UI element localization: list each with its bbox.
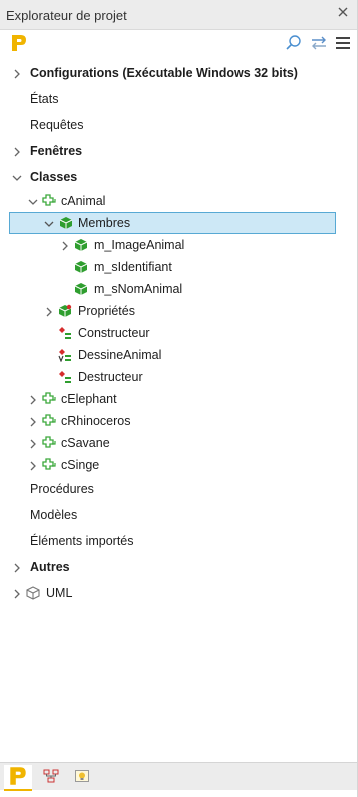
tab-project-explorer[interactable] xyxy=(4,765,32,791)
tree-item-celephant[interactable]: cElephant xyxy=(0,388,340,410)
class-icon xyxy=(42,392,56,406)
member-group-icon xyxy=(59,216,73,230)
tree-item-csavane[interactable]: cSavane xyxy=(0,432,340,454)
member-icon xyxy=(74,260,88,274)
class-icon xyxy=(42,194,56,208)
chevron-down-icon[interactable] xyxy=(12,172,22,182)
tree-item-elements-importes[interactable]: Éléments importés xyxy=(0,530,340,552)
tree-label: Fenêtres xyxy=(30,144,83,158)
tree-label: Destructeur xyxy=(78,370,143,384)
tree-label: Classes xyxy=(30,170,78,184)
uml-icon xyxy=(26,586,40,600)
chevron-right-icon[interactable] xyxy=(12,588,22,599)
chevron-down-icon[interactable] xyxy=(44,218,54,228)
tree-label: Éléments importés xyxy=(30,534,134,548)
tree-section-fenetres[interactable]: Fenêtres xyxy=(0,140,340,162)
tree-label: cRhinoceros xyxy=(61,414,131,428)
tree-label: m_sNomAnimal xyxy=(94,282,183,296)
tree-item-etats[interactable]: États xyxy=(0,88,340,110)
close-icon[interactable] xyxy=(336,5,350,19)
tree-label: États xyxy=(30,92,59,106)
chevron-right-icon[interactable] xyxy=(28,460,38,471)
tree-label: DessineAnimal xyxy=(78,348,162,362)
chevron-down-icon[interactable] xyxy=(28,196,38,206)
tab-image[interactable] xyxy=(68,765,96,789)
bottom-tab-bar xyxy=(0,762,357,791)
tab-diagram[interactable] xyxy=(37,765,65,789)
tree-item-constructeur[interactable]: Constructeur xyxy=(0,322,340,344)
tree-label: Procédures xyxy=(30,482,94,496)
class-icon xyxy=(42,458,56,472)
tree-section-classes[interactable]: Classes xyxy=(0,166,340,188)
project-logo-icon xyxy=(10,33,28,53)
method-icon xyxy=(58,326,72,340)
chevron-right-icon[interactable] xyxy=(12,146,22,157)
tree-label: UML xyxy=(46,586,73,600)
project-explorer-panel: Explorateur de projet Configurations (Ex… xyxy=(0,0,358,797)
panel-titlebar: Explorateur de projet xyxy=(0,0,357,30)
tree-item-csinge[interactable]: cSinge xyxy=(0,454,340,476)
tree-item-crhinoceros[interactable]: cRhinoceros xyxy=(0,410,340,432)
chevron-right-icon[interactable] xyxy=(12,68,22,79)
tree-item-proprietes[interactable]: Propriétés xyxy=(0,300,340,322)
tree-section-configurations[interactable]: Configurations (Exécutable Windows 32 bi… xyxy=(0,62,340,84)
tree-item-m-imageanimal[interactable]: m_ImageAnimal xyxy=(0,234,340,256)
virtual-method-icon xyxy=(58,348,72,363)
chevron-right-icon[interactable] xyxy=(12,562,22,573)
tree-item-canimal[interactable]: cAnimal xyxy=(0,190,340,212)
explorer-toolbar xyxy=(0,30,357,56)
chevron-right-icon[interactable] xyxy=(60,240,70,251)
chevron-right-icon[interactable] xyxy=(28,394,38,405)
tree-label: Autres xyxy=(30,560,70,574)
image-tab-icon xyxy=(74,768,90,787)
tree-item-m-sidentifiant[interactable]: m_sIdentifiant xyxy=(0,256,340,278)
property-icon xyxy=(58,304,72,318)
chevron-right-icon[interactable] xyxy=(44,306,54,317)
tree-item-procedures[interactable]: Procédures xyxy=(0,478,340,500)
menu-icon[interactable] xyxy=(334,34,352,52)
tree-label: Membres xyxy=(78,216,131,230)
tree-label: m_sIdentifiant xyxy=(94,260,172,274)
tree-label: Modèles xyxy=(30,508,78,522)
method-icon xyxy=(58,370,72,384)
tree-label: Configurations (Exécutable Windows 32 bi… xyxy=(30,66,298,80)
class-icon xyxy=(42,414,56,428)
tree-item-dessineanimal[interactable]: DessineAnimal xyxy=(0,344,340,366)
tree-label: Requêtes xyxy=(30,118,84,132)
tree-item-requetes[interactable]: Requêtes xyxy=(0,114,340,136)
tree-item-destructeur[interactable]: Destructeur xyxy=(0,366,340,388)
tree-label: m_ImageAnimal xyxy=(94,238,185,252)
tree-item-m-snomanimal[interactable]: m_sNomAnimal xyxy=(0,278,340,300)
member-icon xyxy=(74,238,88,252)
panel-title: Explorateur de projet xyxy=(6,8,127,23)
tree-item-modeles[interactable]: Modèles xyxy=(0,504,340,526)
tree-label: cSinge xyxy=(61,458,100,472)
tree-item-uml[interactable]: UML xyxy=(0,582,340,604)
tree-label: cSavane xyxy=(61,436,110,450)
member-icon xyxy=(74,282,88,296)
search-icon[interactable] xyxy=(285,34,303,52)
project-explorer-tab-icon xyxy=(8,765,28,790)
chevron-right-icon[interactable] xyxy=(28,438,38,449)
tree-item-membres[interactable]: Membres xyxy=(9,212,336,234)
tree-label: cAnimal xyxy=(61,194,106,208)
tree-label: cElephant xyxy=(61,392,117,406)
chevron-right-icon[interactable] xyxy=(28,416,38,427)
tree-section-autres[interactable]: Autres xyxy=(0,556,340,578)
tree-label: Propriétés xyxy=(78,304,135,318)
tree-label: Constructeur xyxy=(78,326,150,340)
sync-icon[interactable] xyxy=(310,34,328,52)
class-icon xyxy=(42,436,56,450)
diagram-tab-icon xyxy=(43,768,59,787)
